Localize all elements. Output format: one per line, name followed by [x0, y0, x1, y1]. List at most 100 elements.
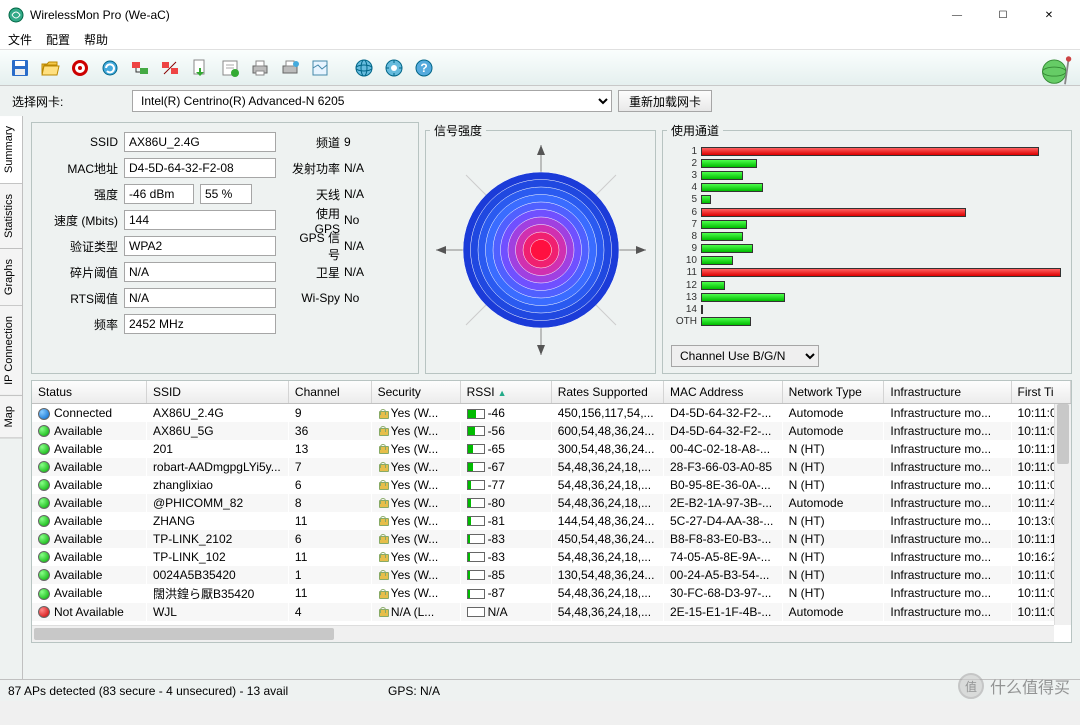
- table-row[interactable]: Available@PHICOMM_828 Yes (W...-8054,48,…: [32, 494, 1071, 512]
- col-channel[interactable]: Channel: [288, 381, 371, 404]
- open-icon[interactable]: [36, 54, 64, 82]
- channel-row: 12: [673, 279, 1061, 291]
- vertical-scrollbar[interactable]: [1054, 404, 1071, 625]
- col-firsttime[interactable]: First Ti: [1011, 381, 1070, 404]
- help-icon[interactable]: ?: [410, 54, 438, 82]
- col-rssi[interactable]: RSSI▲: [460, 381, 551, 404]
- channel-row: 1: [673, 145, 1061, 157]
- connect-icon[interactable]: [126, 54, 154, 82]
- sat-value: N/A: [344, 265, 400, 279]
- channel-row: OTH: [673, 316, 1061, 328]
- settings-icon[interactable]: [380, 54, 408, 82]
- col-status[interactable]: Status: [32, 381, 146, 404]
- menu-bar: 文件 配置 帮助: [0, 30, 1080, 50]
- col-security[interactable]: Security: [371, 381, 460, 404]
- channel-legend: 使用通道: [667, 122, 723, 139]
- app-icon: [8, 7, 24, 23]
- channel-row: 4: [673, 182, 1061, 194]
- adapter-label: 选择网卡:: [12, 93, 132, 110]
- reload-adapter-button[interactable]: 重新加载网卡: [618, 90, 712, 112]
- tab-ipconnection[interactable]: IP Connection: [0, 306, 22, 396]
- signal-legend: 信号强度: [430, 122, 486, 139]
- col-nettype[interactable]: Network Type: [782, 381, 884, 404]
- refresh-icon[interactable]: [96, 54, 124, 82]
- table-row[interactable]: Available20113 Yes (W...-65300,54,48,36,…: [32, 440, 1071, 458]
- print-icon[interactable]: [246, 54, 274, 82]
- freq-value: 2452 MHz: [124, 314, 276, 334]
- globe-antenna-icon: [1038, 50, 1074, 86]
- log-icon[interactable]: [216, 54, 244, 82]
- channel-row: 7: [673, 218, 1061, 230]
- sat-label: 卫星: [292, 264, 340, 281]
- lock-icon: [378, 426, 388, 436]
- table-row[interactable]: Availablerobart-AADmgpgLYi5y...7 Yes (W.…: [32, 458, 1071, 476]
- table-row[interactable]: AvailableTP-LINK_21026 Yes (W...-83450,5…: [32, 530, 1071, 548]
- channel-row: 13: [673, 291, 1061, 303]
- table-row[interactable]: Not AvailableWJL4 N/A (L...N/A54,48,36,2…: [32, 603, 1071, 621]
- table-row[interactable]: ConnectedAX86U_2.4G9 Yes (W...-46450,156…: [32, 404, 1071, 422]
- ant-value: N/A: [344, 187, 400, 201]
- tab-map[interactable]: Map: [0, 396, 22, 438]
- col-ssid[interactable]: SSID: [146, 381, 288, 404]
- menu-config[interactable]: 配置: [46, 31, 70, 48]
- web-icon[interactable]: [350, 54, 378, 82]
- table-row[interactable]: Available闊洪鍠ら厭B3542011 Yes (W...-8754,48…: [32, 584, 1071, 603]
- table-row[interactable]: AvailableAX86U_5G36 Yes (W...-56600,54,4…: [32, 422, 1071, 440]
- adapter-select[interactable]: Intel(R) Centrino(R) Advanced-N 6205: [132, 90, 612, 112]
- channel-mode-select[interactable]: Channel Use B/G/N: [671, 345, 819, 367]
- wispy-label: Wi-Spy: [292, 291, 340, 305]
- lock-icon: [378, 498, 388, 508]
- lock-icon: [378, 607, 388, 617]
- col-mac[interactable]: MAC Address: [664, 381, 783, 404]
- ap-table: Status SSID Channel Security RSSI▲ Rates…: [32, 381, 1071, 621]
- target-icon[interactable]: [66, 54, 94, 82]
- watermark-badge-icon: 值: [958, 673, 984, 699]
- tab-summary[interactable]: Summary: [0, 116, 22, 184]
- side-tabs: Summary Statistics Graphs IP Connection …: [0, 116, 23, 679]
- sort-asc-icon: ▲: [498, 388, 507, 398]
- disconnect-icon[interactable]: [156, 54, 184, 82]
- minimize-button[interactable]: —: [934, 0, 980, 30]
- channel-row: 10: [673, 255, 1061, 267]
- col-infra[interactable]: Infrastructure: [884, 381, 1011, 404]
- save-icon[interactable]: [6, 54, 34, 82]
- channel-row: 3: [673, 169, 1061, 181]
- lock-icon: [378, 516, 388, 526]
- table-row[interactable]: AvailableTP-LINK_10211 Yes (W...-8354,48…: [32, 548, 1071, 566]
- speed-value: 144: [124, 210, 276, 230]
- toolbar: ?: [0, 50, 1080, 86]
- lock-icon: [378, 462, 388, 472]
- table-row[interactable]: AvailableZHANG11 Yes (W...-81144,54,48,3…: [32, 512, 1071, 530]
- mac-value: D4-5D-64-32-F2-08: [124, 158, 276, 178]
- close-button[interactable]: ✕: [1026, 0, 1072, 30]
- frag-label: 碎片阈值: [42, 264, 118, 281]
- watermark: 值 什么值得买: [958, 673, 1070, 699]
- txpow-value: N/A: [344, 161, 400, 175]
- mac-label: MAC地址: [42, 160, 118, 177]
- title-bar: WirelessMon Pro (We-aC) — ☐ ✕: [0, 0, 1080, 30]
- map-icon[interactable]: [306, 54, 334, 82]
- txpow-label: 发射功率: [292, 160, 340, 177]
- signal-strength-group: 信号强度: [425, 122, 656, 374]
- strength-pct: 55 %: [200, 184, 252, 204]
- tab-statistics[interactable]: Statistics: [0, 184, 22, 249]
- menu-help[interactable]: 帮助: [84, 31, 108, 48]
- table-row[interactable]: Availablezhanglixiao6 Yes (W...-7754,48,…: [32, 476, 1071, 494]
- chan-value: 9: [344, 135, 400, 149]
- ssid-label: SSID: [42, 135, 118, 149]
- export-icon[interactable]: [186, 54, 214, 82]
- lock-icon: [378, 534, 388, 544]
- ap-table-wrap: Status SSID Channel Security RSSI▲ Rates…: [31, 380, 1072, 643]
- frag-value: N/A: [124, 262, 276, 282]
- horizontal-scrollbar[interactable]: [32, 625, 1054, 642]
- rts-value: N/A: [124, 288, 276, 308]
- ssid-value: AX86U_2.4G: [124, 132, 276, 152]
- lock-icon: [378, 570, 388, 580]
- print2-icon[interactable]: [276, 54, 304, 82]
- maximize-button[interactable]: ☐: [980, 0, 1026, 30]
- wispy-value: No: [344, 291, 400, 305]
- menu-file[interactable]: 文件: [8, 31, 32, 48]
- table-row[interactable]: Available0024A5B354201 Yes (W...-85130,5…: [32, 566, 1071, 584]
- col-rates[interactable]: Rates Supported: [551, 381, 663, 404]
- tab-graphs[interactable]: Graphs: [0, 249, 22, 306]
